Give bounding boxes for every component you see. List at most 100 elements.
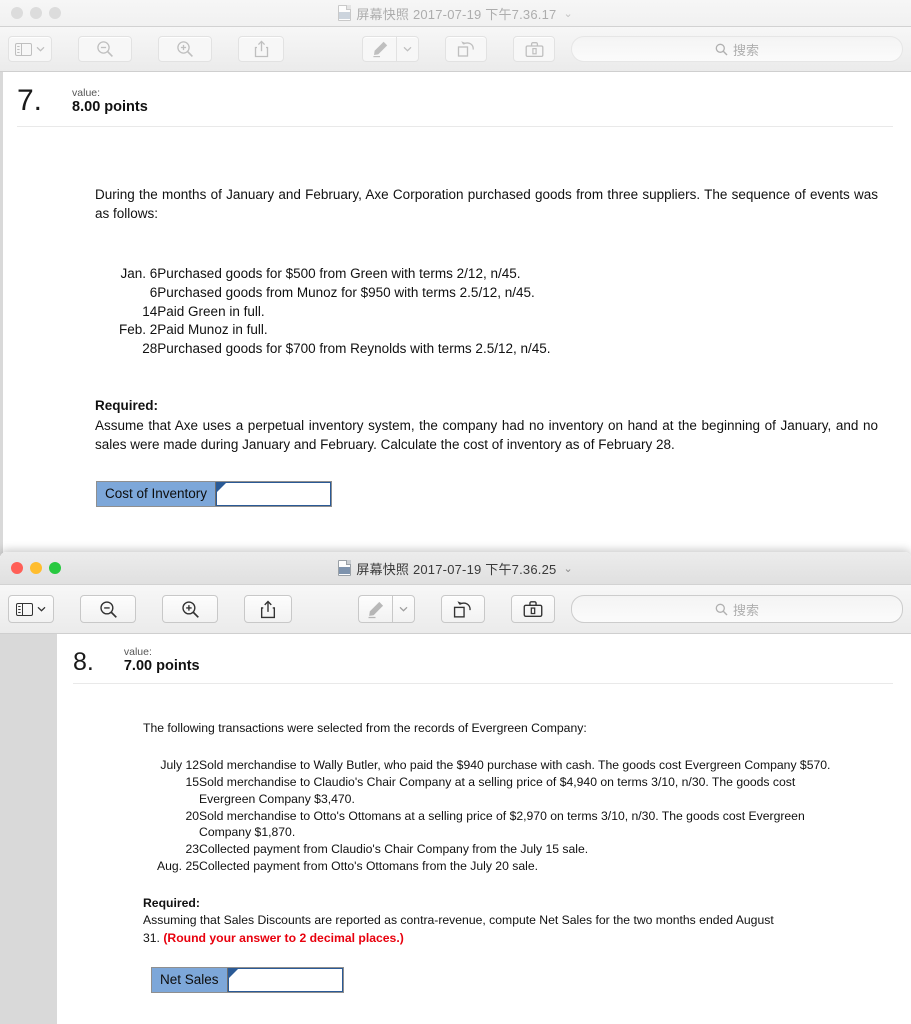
transaction-date: Aug. 25 [157, 859, 200, 874]
rotate-left-button[interactable] [445, 36, 487, 62]
answer-row-net-sales[interactable]: Net Sales [151, 966, 344, 993]
zoom-in-button[interactable] [162, 595, 218, 623]
zoom-out-button[interactable] [78, 36, 132, 62]
markup-button[interactable] [358, 595, 392, 623]
table-row: 15 Sold merchandise to Claudio's Chair C… [157, 774, 839, 808]
zoom-button[interactable] [49, 7, 61, 19]
net-sales-input[interactable] [227, 967, 343, 992]
close-button[interactable] [11, 7, 23, 19]
sidebar-icon [15, 42, 32, 56]
share-button[interactable] [238, 36, 284, 62]
document-area-back[interactable]: 7. value: 8.00 points During the months … [0, 72, 911, 556]
toolkit-icon [523, 601, 543, 617]
minimize-button[interactable] [30, 562, 42, 574]
table-row: 6 Purchased goods from Munoz for $950 wi… [119, 284, 551, 303]
window-title-group-front: 屏幕快照 2017-07-19 下午7.36.25 ⌄ [0, 552, 911, 584]
transaction-text: Purchased goods for $700 from Reynolds w… [157, 340, 551, 356]
transaction-text: Collected payment from Claudio's Chair C… [199, 842, 589, 857]
search-field-front[interactable]: 搜索 [571, 595, 903, 623]
question-value: value: 8.00 points [72, 87, 148, 116]
transaction-text: Collected payment from Otto's Ottomans f… [199, 859, 538, 874]
window-title-group-back: 屏幕快照 2017-07-19 下午7.36.17 ⌄ [0, 0, 911, 26]
transaction-date: 14 [142, 303, 158, 319]
zoom-in-icon [177, 41, 193, 57]
table-row: 23 Collected payment from Claudio's Chai… [157, 841, 839, 858]
markup-pen-icon [368, 601, 384, 618]
cost-of-inventory-input[interactable] [216, 481, 332, 506]
transaction-date: 6 [149, 284, 158, 300]
markup-options-button[interactable] [392, 595, 415, 623]
question-header-back: 7. value: 8.00 points [17, 72, 893, 126]
chevron-down-icon[interactable]: ⌄ [563, 7, 572, 20]
sidebar-toggle-button[interactable] [8, 36, 52, 62]
toolkit-button[interactable] [511, 595, 555, 623]
question-intro: During the months of January and Februar… [95, 187, 878, 222]
sidebar-icon [16, 602, 33, 616]
transaction-list-front: July 12 Sold merchandise to Wally Butler… [157, 757, 839, 875]
transaction-text: Purchased goods for $500 from Green with… [157, 266, 521, 282]
toolbar-front[interactable]: 搜索 [0, 585, 911, 634]
transaction-text: Paid Green in full. [157, 303, 265, 319]
question-header-front: 8. value: 7.00 points [73, 634, 893, 683]
preview-window-back[interactable]: 屏幕快照 2017-07-19 下午7.36.17 ⌄ 搜索 7. value:… [0, 0, 911, 556]
rotate-left-icon [453, 600, 471, 618]
window-title-front: 屏幕快照 2017-07-19 下午7.36.25 [356, 561, 557, 577]
zoom-in-icon [181, 600, 199, 618]
transaction-date: 28 [142, 340, 158, 356]
chevron-down-icon[interactable] [37, 606, 46, 612]
answer-row-cost-of-inventory[interactable]: Cost of Inventory [96, 480, 333, 507]
transaction-text: Sold merchandise to Otto's Ottomans at a… [199, 808, 805, 840]
rotate-left-button[interactable] [441, 595, 485, 623]
markup-group-back[interactable] [362, 36, 419, 62]
document-icon [338, 560, 352, 576]
transaction-date: Jan. 6 [120, 266, 158, 282]
close-button[interactable] [11, 562, 23, 574]
toolkit-button[interactable] [513, 36, 555, 62]
search-placeholder-back: 搜索 [732, 42, 759, 58]
toolbar-back[interactable]: 搜索 [0, 27, 911, 72]
screen: 屏幕快照 2017-07-19 下午7.36.17 ⌄ 搜索 7. value:… [0, 0, 911, 1024]
sidebar-toggle-button[interactable] [8, 595, 54, 623]
chevron-down-icon [399, 606, 408, 612]
question-number: 8. [73, 647, 94, 676]
table-row: 28 Purchased goods for $700 from Reynold… [119, 340, 551, 359]
required-label: Required: [95, 398, 159, 414]
minimize-button[interactable] [30, 7, 42, 19]
titlebar-back[interactable]: 屏幕快照 2017-07-19 下午7.36.17 ⌄ [0, 0, 911, 27]
window-controls-back[interactable] [0, 7, 61, 19]
transaction-text: Purchased goods from Munoz for $950 with… [157, 284, 535, 300]
chevron-down-icon[interactable] [36, 46, 45, 52]
required-label: Required: [143, 895, 200, 910]
question-value: value: 7.00 points [124, 646, 200, 675]
chevron-down-icon[interactable]: ⌄ [563, 562, 572, 575]
preview-window-front[interactable]: 屏幕快照 2017-07-19 下午7.36.25 ⌄ 搜索 8. value:… [0, 552, 911, 1024]
markup-button[interactable] [362, 36, 396, 62]
share-icon [254, 40, 268, 58]
answer-label: Cost of Inventory [97, 481, 217, 506]
titlebar-front[interactable]: 屏幕快照 2017-07-19 下午7.36.25 ⌄ [0, 552, 911, 585]
zoom-out-icon [97, 41, 113, 57]
zoom-out-button[interactable] [80, 595, 136, 623]
value-label: value: [123, 646, 152, 658]
rotate-left-icon [457, 41, 474, 57]
transaction-date: 20 [185, 808, 200, 823]
markup-group-front[interactable] [358, 595, 415, 623]
page-back: 7. value: 8.00 points During the months … [3, 72, 911, 556]
document-area-front[interactable]: 8. value: 7.00 points The following tran… [0, 634, 911, 1024]
zoom-button[interactable] [49, 562, 61, 574]
table-row: Aug. 25 Collected payment from Otto's Ot… [157, 858, 839, 875]
zoom-in-button[interactable] [158, 36, 212, 62]
markup-pen-icon [372, 41, 387, 58]
search-placeholder-front: 搜索 [732, 602, 759, 618]
search-field-back[interactable]: 搜索 [571, 36, 903, 62]
toolkit-icon [525, 41, 543, 57]
page-front: 8. value: 7.00 points The following tran… [57, 634, 911, 1024]
question-intro: The following transactions were selected… [143, 720, 587, 735]
rounding-note: (Round your answer to 2 decimal places.) [163, 930, 404, 945]
chevron-down-icon [403, 46, 412, 52]
question-number: 7. [17, 84, 43, 117]
markup-options-button[interactable] [396, 36, 419, 62]
search-icon [715, 43, 728, 55]
window-controls-front[interactable] [0, 562, 61, 574]
share-button[interactable] [244, 595, 292, 623]
